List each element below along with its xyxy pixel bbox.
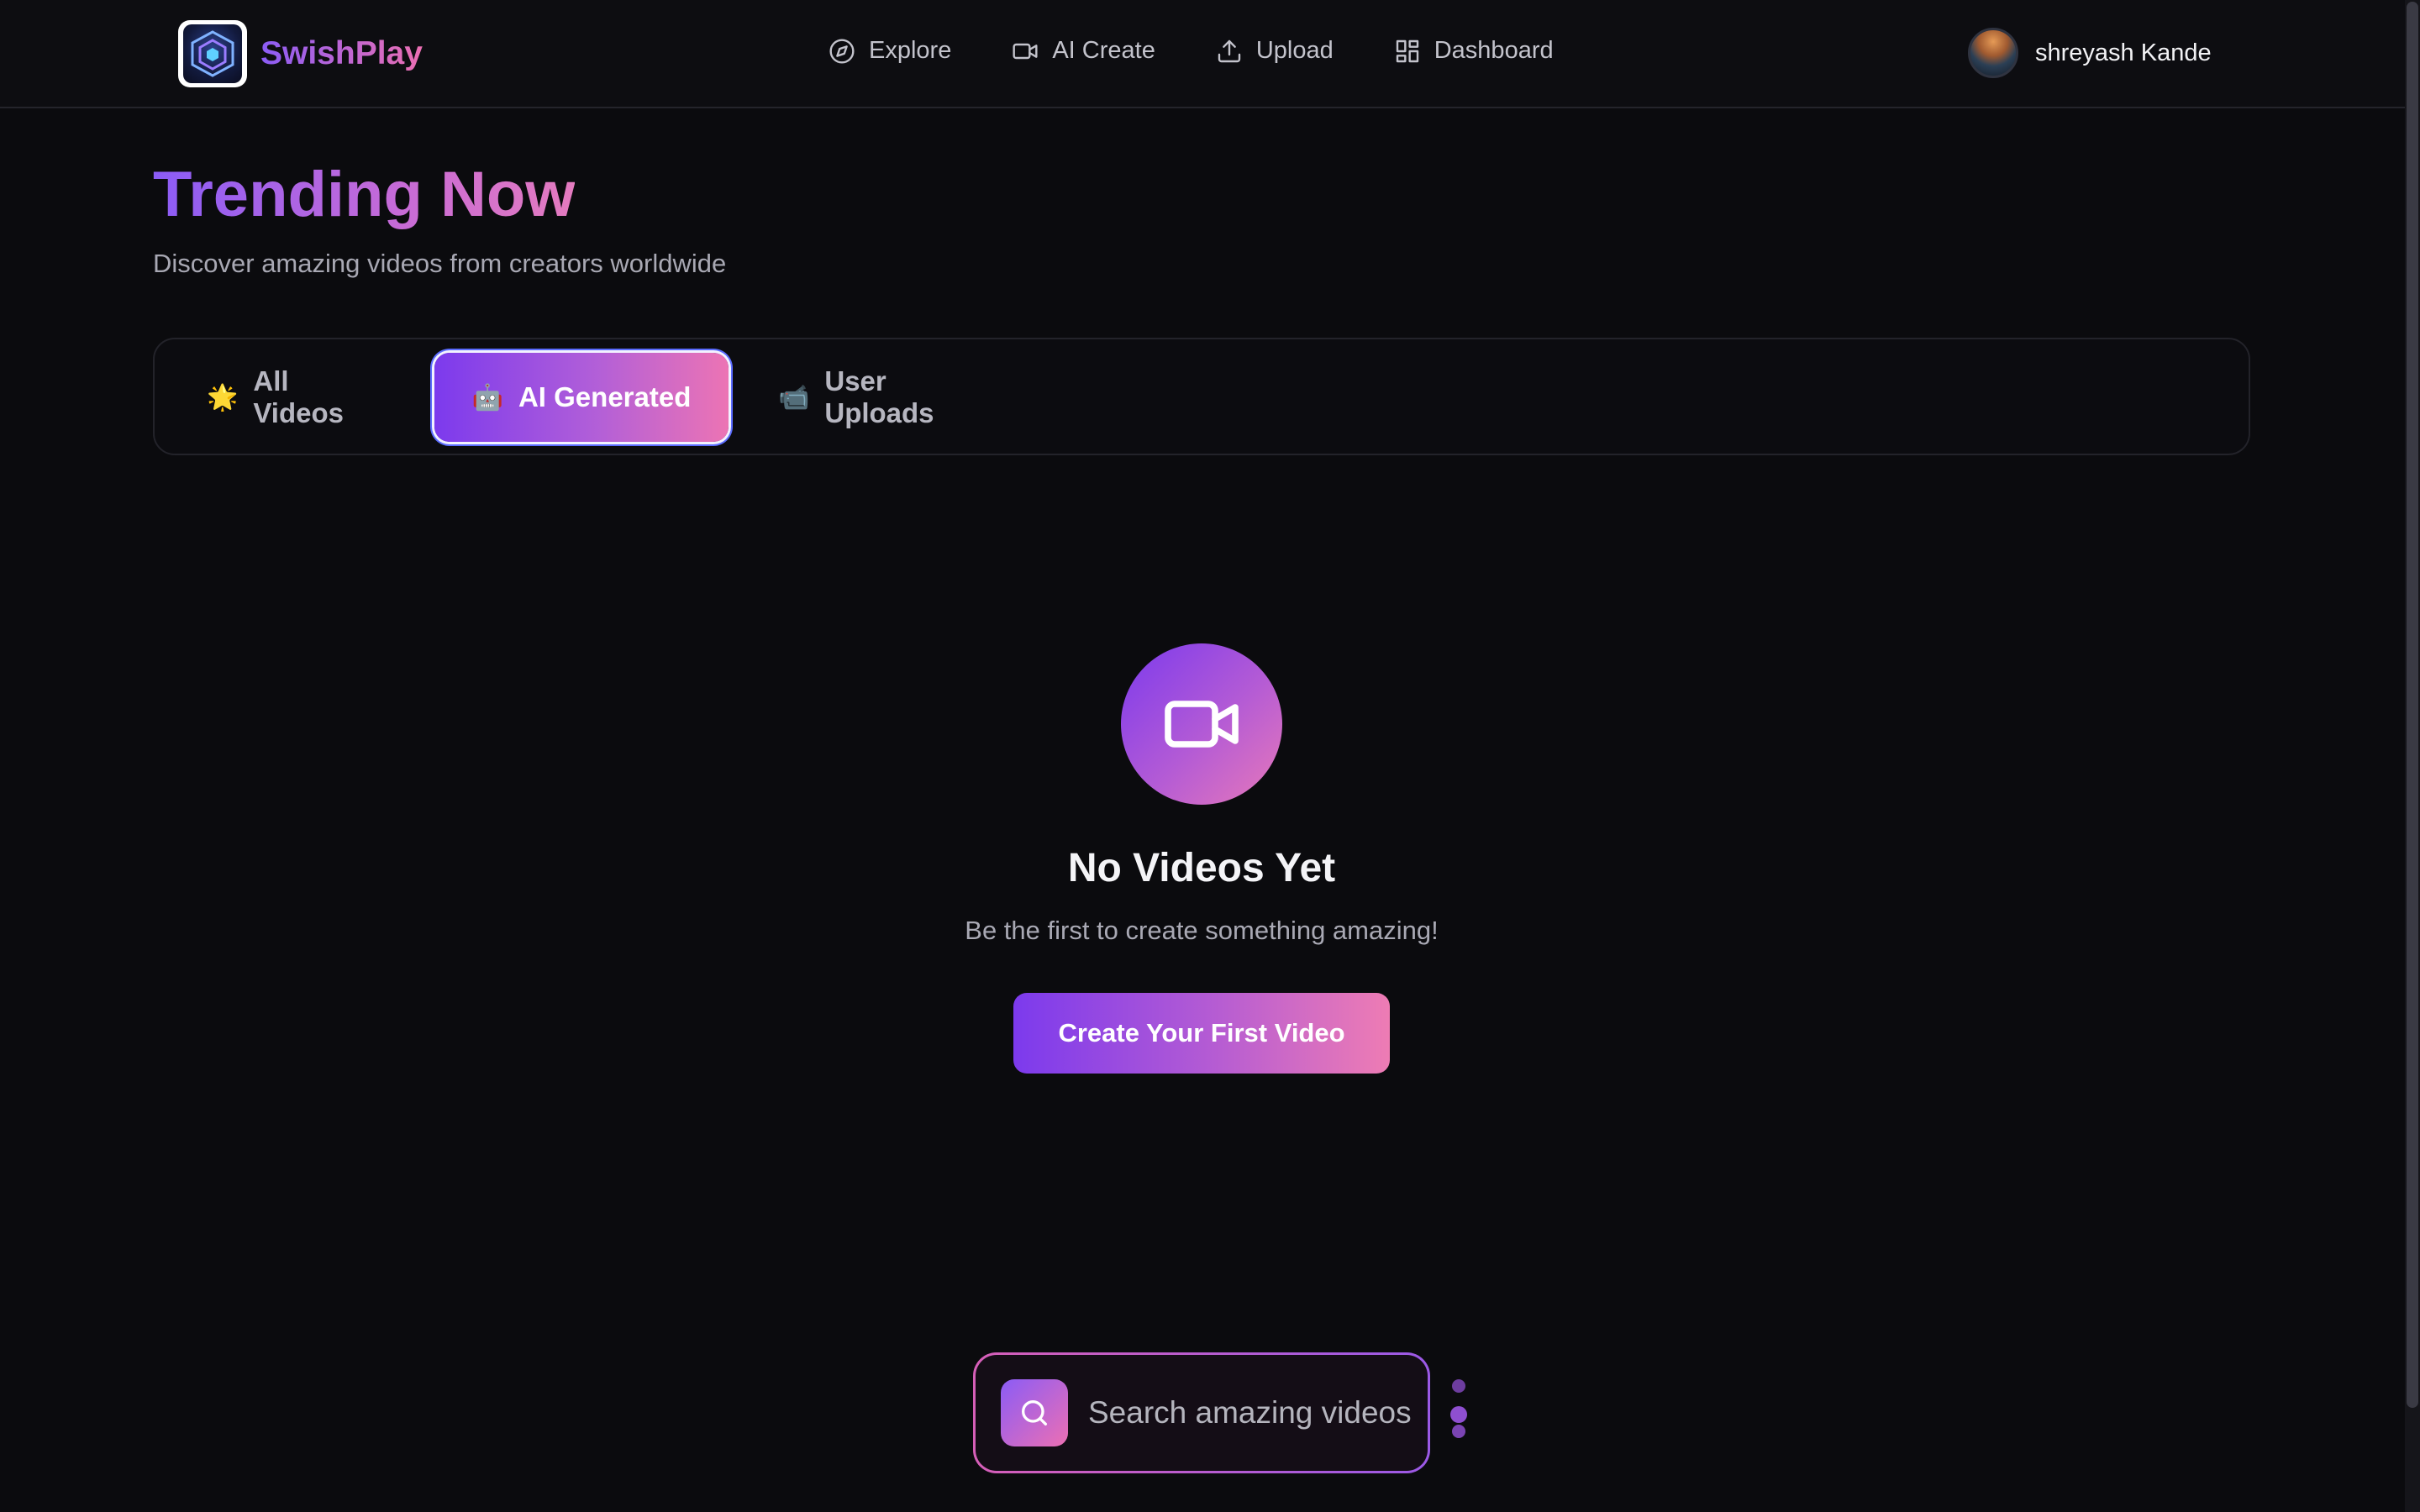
search-input[interactable] xyxy=(1088,1395,1424,1431)
search-button[interactable] xyxy=(1001,1379,1068,1446)
top-navbar: SwishPlay Explore AI Create Upload Dashb… xyxy=(0,0,2405,108)
page: SwishPlay Explore AI Create Upload Dashb… xyxy=(0,0,2420,1512)
nav-item-label: Explore xyxy=(869,37,952,64)
brand[interactable]: SwishPlay xyxy=(178,20,423,87)
robot-icon: 🤖 xyxy=(471,383,503,412)
nav-item-label: AI Create xyxy=(1052,37,1155,64)
decorative-dot xyxy=(1452,1379,1465,1393)
decorative-dot xyxy=(1450,1406,1467,1423)
video-camera-icon xyxy=(1165,701,1239,748)
camcorder-icon: 📹 xyxy=(778,383,810,412)
nav-item-label: Dashboard xyxy=(1434,37,1554,64)
empty-state-subtitle: Be the first to create something amazing… xyxy=(965,916,1439,945)
decorative-dots xyxy=(1445,1378,1470,1445)
logo-hexagon-icon xyxy=(183,24,242,83)
nav-item-label: Upload xyxy=(1255,37,1334,64)
search-icon xyxy=(1022,1400,1047,1425)
page-subtitle: Discover amazing videos from creators wo… xyxy=(153,249,727,278)
create-first-video-button[interactable]: Create Your First Video xyxy=(1013,993,1390,1074)
upload-icon xyxy=(1218,39,1241,62)
floating-search xyxy=(973,1352,1430,1473)
tab-ai-generated[interactable]: 🤖 AI Generated xyxy=(434,353,729,442)
scrollbar-thumb[interactable] xyxy=(2407,2,2418,1408)
tab-label: User Uploads xyxy=(824,365,934,428)
nav-item-explore[interactable]: Explore xyxy=(829,37,951,65)
tab-label: AI Generated xyxy=(518,381,692,412)
nav-item-dashboard[interactable]: Dashboard xyxy=(1394,37,1554,65)
avatar[interactable] xyxy=(1968,28,2018,78)
video-camera-icon xyxy=(1013,43,1038,59)
star-icon: 🌟 xyxy=(207,383,239,412)
user-menu[interactable]: shreyash Kande xyxy=(1968,28,2212,78)
decorative-dot xyxy=(1452,1425,1465,1438)
dashboard-grid-icon xyxy=(1396,39,1418,62)
page-title: Trending Now xyxy=(153,159,576,230)
nav-item-ai-create[interactable]: AI Create xyxy=(1012,37,1155,65)
brand-name: SwishPlay xyxy=(260,35,423,71)
main-nav: Explore AI Create Upload Dashboard xyxy=(829,37,1554,65)
compass-icon xyxy=(829,38,855,64)
brand-logo xyxy=(178,20,247,87)
tab-all-videos[interactable]: 🌟 All Videos xyxy=(207,353,380,442)
user-name: shreyash Kande xyxy=(2035,39,2212,66)
empty-state-icon xyxy=(1121,643,1282,805)
tab-user-uploads[interactable]: 📹 User Uploads xyxy=(778,353,1002,442)
tab-label: All Videos xyxy=(253,365,344,428)
filter-tabs: 🌟 All Videos 🤖 AI Generated 📹 User Uploa… xyxy=(153,338,2250,455)
empty-state-title: No Videos Yet xyxy=(1067,846,1336,890)
search-inner xyxy=(976,1355,1428,1471)
nav-item-upload[interactable]: Upload xyxy=(1216,37,1334,65)
